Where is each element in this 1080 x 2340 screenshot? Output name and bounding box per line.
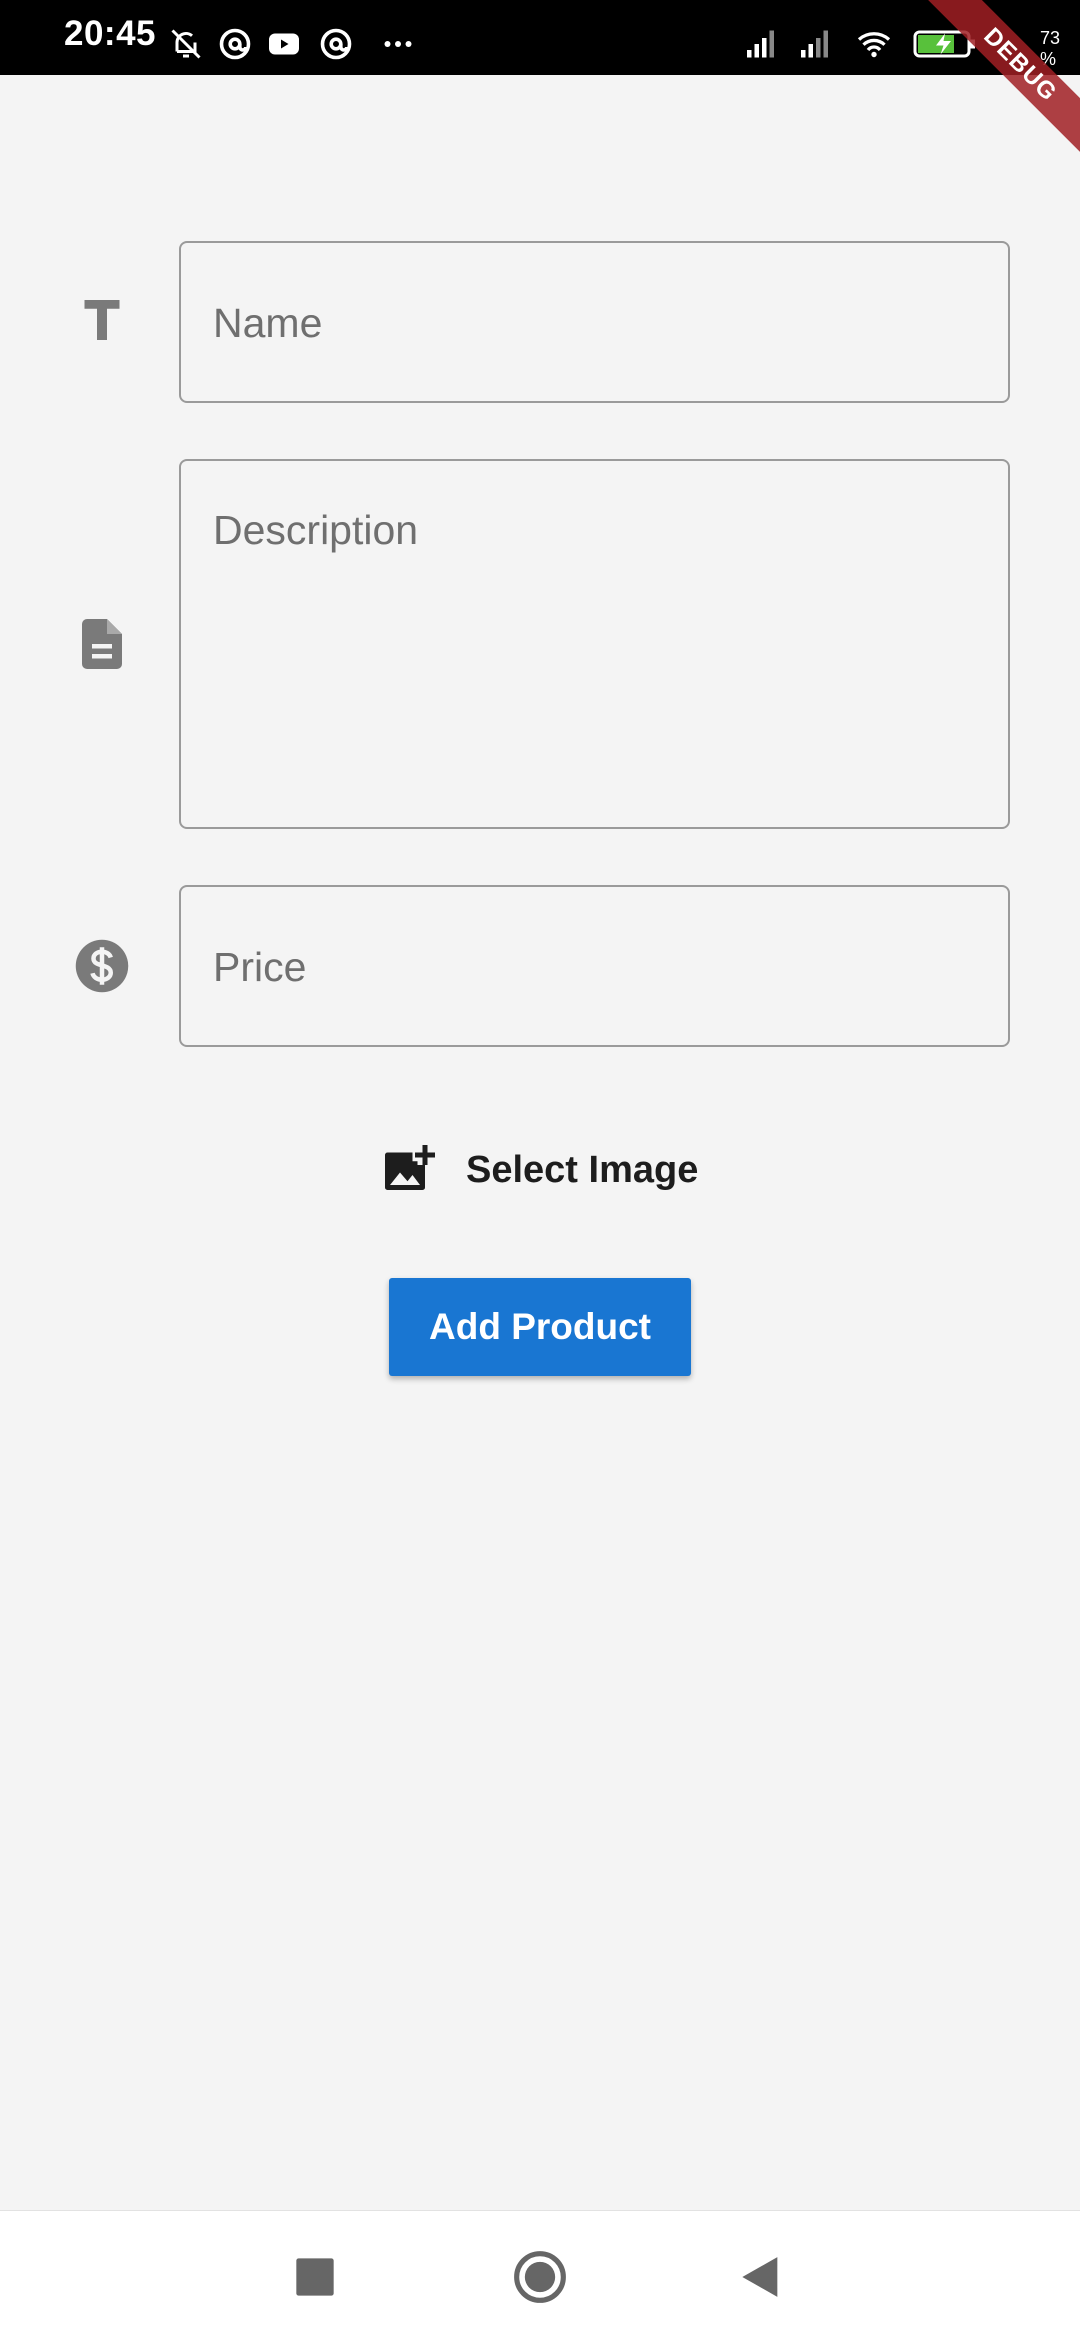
youtube-icon [266, 26, 302, 62]
status-bar: 20:45 73 % [0, 0, 1080, 75]
battery-percent: 73 % [1040, 28, 1061, 69]
name-input[interactable] [213, 293, 988, 353]
battery-charging-icon [912, 26, 978, 62]
description-input[interactable] [213, 507, 988, 797]
back-button[interactable] [733, 2249, 789, 2305]
price-field[interactable] [179, 885, 1010, 1047]
at-icon [318, 26, 354, 62]
select-image-button[interactable]: Select Image [380, 1135, 698, 1205]
more-icon [380, 26, 416, 62]
navigation-bar [0, 2210, 1080, 2340]
status-time: 20:45 [64, 14, 157, 53]
square-icon [296, 2258, 334, 2296]
recents-button[interactable] [287, 2249, 343, 2305]
dollar-icon [72, 936, 132, 996]
notifications-off-icon [168, 26, 204, 62]
add-product-button[interactable]: Add Product [389, 1278, 691, 1376]
document-icon [72, 614, 132, 674]
circle-icon [514, 2251, 566, 2303]
home-button[interactable] [512, 2249, 568, 2305]
add-photo-icon [380, 1140, 440, 1200]
select-image-label: Select Image [466, 1148, 699, 1191]
at-icon [217, 26, 253, 62]
screen: 20:45 73 % DEBUG Name Description Price … [0, 0, 1080, 2340]
price-input[interactable] [213, 937, 988, 997]
description-field[interactable] [179, 459, 1010, 829]
triangle-back-icon [742, 2257, 778, 2297]
wifi-icon [856, 26, 892, 62]
name-field[interactable] [179, 241, 1010, 403]
text-icon [72, 290, 132, 350]
signal-icon [798, 26, 834, 62]
signal-icon [744, 26, 780, 62]
